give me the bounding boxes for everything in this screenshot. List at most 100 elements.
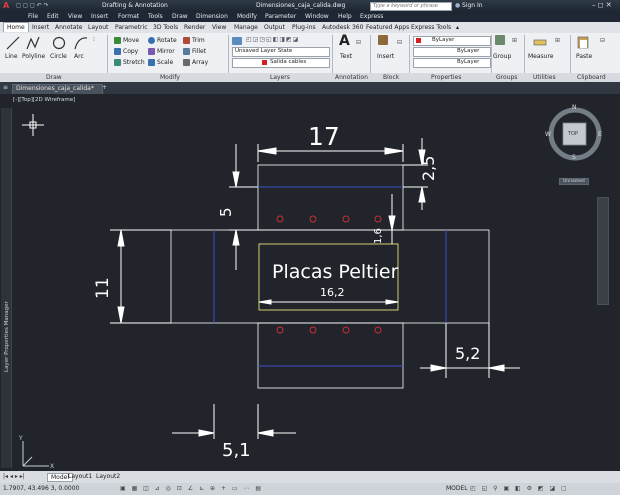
stretch-button[interactable]: Stretch bbox=[114, 59, 145, 66]
layer-state-label: Unsaved Layer State bbox=[235, 48, 293, 54]
scale-button[interactable]: Scale bbox=[148, 59, 173, 66]
panel-clipboard[interactable]: Clipboard bbox=[577, 74, 606, 81]
menu-format[interactable]: Format bbox=[118, 13, 139, 20]
menu-dimension[interactable]: Dimension bbox=[196, 13, 228, 20]
window-controls[interactable]: – ◻ ✕ bbox=[592, 1, 612, 9]
tab-view[interactable]: View bbox=[212, 24, 226, 31]
tab-output[interactable]: Output bbox=[264, 24, 285, 31]
user-icon[interactable]: ● bbox=[455, 2, 460, 9]
mirror-button[interactable]: Mirror bbox=[148, 48, 175, 55]
menu-file[interactable]: File bbox=[28, 13, 38, 20]
app-logo[interactable]: A bbox=[3, 1, 9, 10]
layout-tabs: |◂ ◂ ▸ ▸| Model Layout1 Layout2 bbox=[0, 471, 620, 483]
arc-icon bbox=[74, 37, 88, 50]
dimension-16-2-lines bbox=[258, 299, 399, 305]
tab-plug-ins[interactable]: Plug-ins bbox=[292, 24, 316, 31]
insert-button[interactable]: Insert bbox=[377, 53, 394, 60]
scale-label: Scale bbox=[157, 59, 174, 66]
status-tray-icons[interactable]: ◰ ◱ ⚲ ▣ ◧ ⚙ ◩ ◪ ▢ bbox=[470, 485, 569, 492]
tab-layout1[interactable]: Layout1 bbox=[68, 473, 92, 480]
menu-view[interactable]: View bbox=[68, 13, 82, 20]
layout-nav-arrows[interactable]: |◂ ◂ ▸ ▸| bbox=[3, 473, 25, 480]
circle-icon bbox=[52, 36, 66, 50]
tab-layout2[interactable]: Layout2 bbox=[96, 473, 120, 480]
tab-express-tools[interactable]: Express Tools bbox=[411, 24, 451, 31]
line-button[interactable]: Line bbox=[5, 53, 18, 60]
viewcube-top-face[interactable]: TOP bbox=[568, 131, 578, 137]
drawing-viewport[interactable]: [-][Top][2D Wireframe] Layer Properties … bbox=[0, 94, 620, 471]
panel-layers[interactable]: Layers bbox=[270, 74, 290, 81]
panel-draw[interactable]: Draw bbox=[46, 74, 62, 81]
menu-parameter[interactable]: Parameter bbox=[265, 13, 296, 20]
viewcube-north[interactable]: N bbox=[572, 104, 577, 111]
scale-icon bbox=[148, 59, 155, 66]
move-button[interactable]: Move bbox=[114, 37, 139, 44]
fillet-button[interactable]: Fillet bbox=[183, 48, 206, 55]
new-tab-button[interactable]: + bbox=[102, 84, 107, 93]
menu-modify[interactable]: Modify bbox=[237, 13, 257, 20]
tab-featured-apps[interactable]: Featured Apps bbox=[366, 24, 409, 31]
viewcube-south[interactable]: S bbox=[572, 154, 576, 161]
layer-color-swatch bbox=[262, 60, 267, 65]
tab-annotate[interactable]: Annotate bbox=[55, 24, 82, 31]
tab-3d-tools[interactable]: 3D Tools bbox=[153, 24, 178, 31]
array-button[interactable]: Array bbox=[183, 59, 208, 66]
panel-utilities[interactable]: Utilities bbox=[533, 74, 556, 81]
panel-block[interactable]: Block bbox=[383, 74, 399, 81]
tab-manage[interactable]: Manage bbox=[234, 24, 258, 31]
menu-edit[interactable]: Edit bbox=[47, 13, 59, 20]
text-button[interactable]: Text bbox=[340, 53, 352, 60]
clipboard-tools-icon[interactable]: ⊟ bbox=[600, 37, 605, 44]
menu-window[interactable]: Window bbox=[305, 13, 329, 20]
quick-access-toolbar[interactable]: ◻ ◻ ◻ ↶ ↷ bbox=[16, 2, 49, 9]
block-tools-icon[interactable]: ⊟ bbox=[397, 39, 402, 46]
tab-render[interactable]: Render bbox=[184, 24, 205, 31]
group-button[interactable]: Group bbox=[493, 53, 511, 60]
draw-tools-icon[interactable]: ⁝ bbox=[93, 36, 95, 43]
dimension-1-6-lines bbox=[388, 194, 396, 244]
tab-layout[interactable]: Layout bbox=[88, 24, 108, 31]
circle-button[interactable]: Circle bbox=[50, 53, 67, 60]
panel-properties[interactable]: Properties bbox=[431, 74, 461, 81]
workspace-dropdown[interactable]: Drafting & Annotation bbox=[102, 2, 168, 9]
measure-icon bbox=[533, 39, 547, 46]
layer-properties-icon[interactable] bbox=[232, 37, 244, 45]
paste-icon bbox=[577, 36, 589, 49]
menu-help[interactable]: Help bbox=[338, 13, 352, 20]
search-input[interactable]: Type a keyword or phrase bbox=[370, 2, 452, 11]
status-bar: 1.7907, 43.496 3, 0.0000 ▣ ▦ ◫ ⊿ ◎ ⊡ ∠ ⊾… bbox=[0, 483, 620, 495]
polyline-button[interactable]: Polyline bbox=[22, 53, 45, 60]
model-space-indicator[interactable]: MODEL bbox=[446, 485, 468, 492]
trim-button[interactable]: Trim bbox=[183, 37, 205, 44]
ucs-dropdown[interactable]: Unnamed bbox=[559, 178, 589, 185]
menu-tools[interactable]: Tools bbox=[148, 13, 163, 20]
tab-parametric[interactable]: Parametric bbox=[115, 24, 148, 31]
utility-tools-icon[interactable]: ⊞ bbox=[555, 37, 560, 44]
panel-modify[interactable]: Modify bbox=[160, 74, 180, 81]
viewcube-east[interactable]: E bbox=[598, 131, 602, 138]
layer-tools-icons[interactable]: ◰◲◳◱◧◨◩◪ bbox=[246, 36, 299, 43]
measure-button[interactable]: Measure bbox=[528, 53, 554, 60]
panel-annotation[interactable]: Annotation bbox=[335, 74, 368, 81]
menu-insert[interactable]: Insert bbox=[91, 13, 108, 20]
app-menu-icon[interactable]: ≡ bbox=[3, 84, 8, 93]
copy-button[interactable]: Copy bbox=[114, 48, 138, 55]
tab-home[interactable]: Home bbox=[3, 22, 29, 32]
tab-autodesk-360[interactable]: Autodesk 360 bbox=[322, 24, 363, 31]
tab-insert[interactable]: Insert bbox=[32, 24, 49, 31]
sign-in-link[interactable]: Sign In bbox=[462, 2, 483, 9]
viewcube-west[interactable]: W bbox=[545, 131, 551, 138]
group-tools-icon[interactable]: ⊞ bbox=[512, 37, 517, 44]
array-label: Array bbox=[192, 59, 209, 66]
arc-button[interactable]: Arc bbox=[74, 53, 84, 60]
paste-button[interactable]: Paste bbox=[576, 53, 592, 60]
ucs-icon bbox=[22, 441, 49, 467]
panel-groups[interactable]: Groups bbox=[496, 74, 517, 81]
lineweight-value: ByLayer bbox=[457, 59, 480, 65]
rotate-button[interactable]: Rotate bbox=[148, 37, 177, 44]
drafting-toggles[interactable]: ▣ ▦ ◫ ⊿ ◎ ⊡ ∠ ⊾ ⊕ + ▭ ⋯ ▤ bbox=[120, 485, 263, 492]
ribbon-toggle-icon[interactable]: ▴ bbox=[456, 24, 459, 31]
annotation-tools-icon[interactable]: ⊟ bbox=[356, 39, 361, 46]
menu-express[interactable]: Express bbox=[360, 13, 383, 20]
menu-draw[interactable]: Draw bbox=[172, 13, 188, 20]
